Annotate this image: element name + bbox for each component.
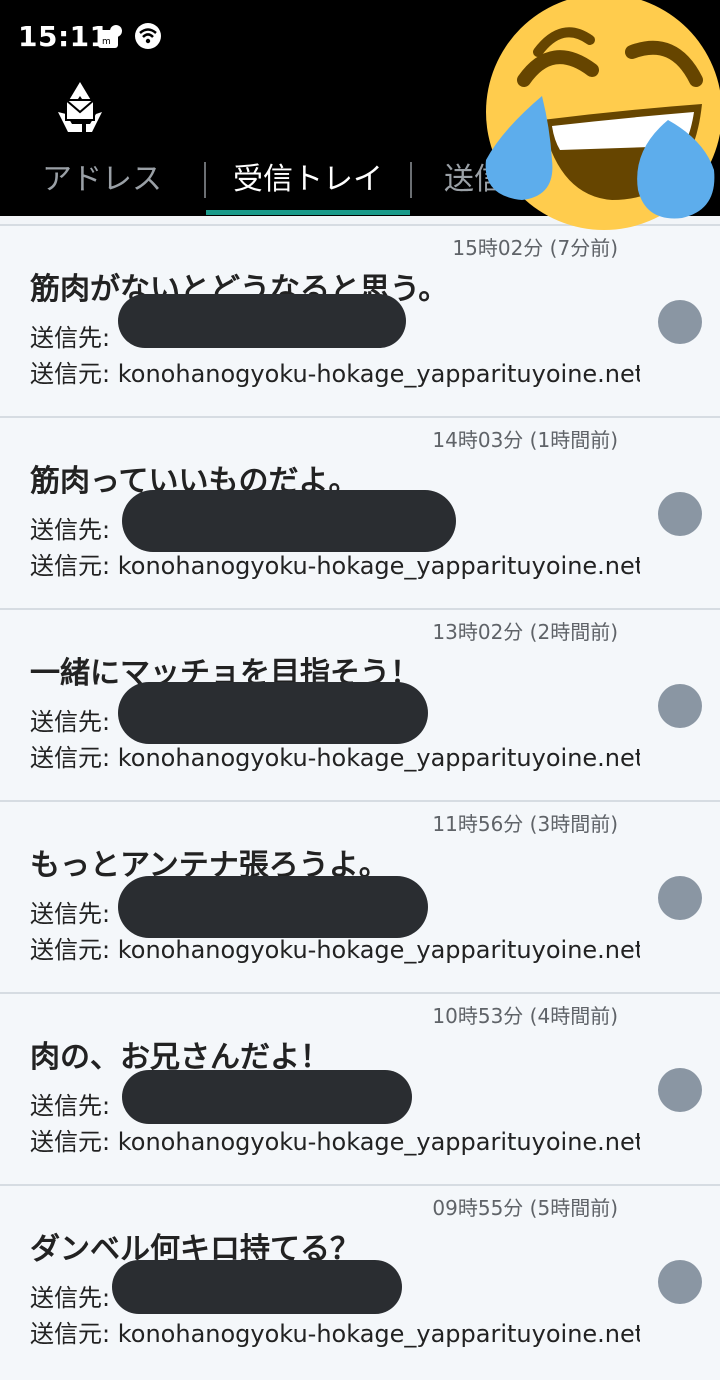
mail-time: 15時02分 (7分前) bbox=[452, 236, 618, 260]
mail-from-address: konohanogyoku-hokage_yapparituyoine.net bbox=[117, 1320, 640, 1348]
mail-time: 11時56分 (3時間前) bbox=[432, 812, 618, 836]
mail-from-label: 送信元: bbox=[30, 1128, 111, 1156]
mail-to-label: 送信先: bbox=[30, 1092, 111, 1120]
mail-time: 10時53分 (4時間前) bbox=[432, 1004, 618, 1028]
mail-item[interactable]: 09時55分 (5時間前) ダンベル何キロ持てる？ 送信先: 送信元: kono… bbox=[0, 1184, 720, 1380]
mail-from-label: 送信元: bbox=[30, 552, 111, 580]
mail-item[interactable]: 11時56分 (3時間前) もっとアンテナ張ろうよ。 送信先: 送信元: kon… bbox=[0, 800, 720, 992]
mail-from-label: 送信元: bbox=[30, 936, 111, 964]
mail-from-address: konohanogyoku-hokage_yapparituyoine.net bbox=[117, 552, 640, 580]
unread-indicator bbox=[658, 876, 702, 920]
mail-time: 14時03分 (1時間前) bbox=[432, 428, 618, 452]
recycle-mail-icon[interactable] bbox=[48, 76, 112, 140]
mail-from: 送信元: konohanogyoku-hokage_yapparituyoine… bbox=[30, 738, 640, 773]
mail-from: 送信元: konohanogyoku-hokage_yapparituyoine… bbox=[30, 546, 640, 581]
mail-from: 送信元: konohanogyoku-hokage_yapparituyoine… bbox=[30, 1314, 640, 1349]
notification-icon: m bbox=[98, 25, 122, 48]
mail-time: 13時02分 (2時間前) bbox=[432, 620, 618, 644]
tab-inbox[interactable]: 受信トレイ bbox=[206, 150, 410, 216]
mail-from: 送信元: konohanogyoku-hokage_yapparituyoine… bbox=[30, 1122, 640, 1157]
mail-from-label: 送信元: bbox=[30, 360, 111, 388]
unread-indicator bbox=[658, 300, 702, 344]
mail-from: 送信元: konohanogyoku-hokage_yapparituyoine… bbox=[30, 354, 640, 389]
mail-item[interactable]: 14時03分 (1時間前) 筋肉っていいものだよ。 送信先: 送信元: kono… bbox=[0, 416, 720, 608]
redacted-recipient bbox=[122, 490, 456, 552]
inbox-list: 15時02分 (7分前) 筋肉がないとどうなると思う。 送信先: 送信元: ko… bbox=[0, 224, 720, 1380]
wifi-icon bbox=[135, 23, 161, 49]
mail-to-label: 送信先: bbox=[30, 324, 111, 352]
mail-item[interactable]: 15時02分 (7分前) 筋肉がないとどうなると思う。 送信先: 送信元: ko… bbox=[0, 224, 720, 416]
redacted-recipient bbox=[118, 876, 428, 938]
mail-from-label: 送信元: bbox=[30, 744, 111, 772]
unread-indicator bbox=[658, 1068, 702, 1112]
mail-from-address: konohanogyoku-hokage_yapparituyoine.net bbox=[117, 936, 640, 964]
mail-to-label: 送信先: bbox=[30, 1284, 111, 1312]
redacted-recipient bbox=[118, 294, 406, 348]
tab-address[interactable]: アドレス bbox=[0, 150, 204, 216]
mail-time: 09時55分 (5時間前) bbox=[432, 1196, 618, 1220]
redacted-recipient bbox=[112, 1260, 402, 1314]
unread-indicator bbox=[658, 492, 702, 536]
mail-item[interactable]: 13時02分 (2時間前) 一緒にマッチョを目指そう！ 送信先: 送信元: ko… bbox=[0, 608, 720, 800]
mail-to-label: 送信先: bbox=[30, 900, 111, 928]
tears-of-joy-emoji-icon bbox=[485, 0, 720, 230]
redacted-recipient bbox=[118, 682, 428, 744]
mail-from-address: konohanogyoku-hokage_yapparituyoine.net bbox=[117, 744, 640, 772]
mail-from-label: 送信元: bbox=[30, 1320, 111, 1348]
mail-item[interactable]: 10時53分 (4時間前) 肉の、お兄さんだよ！ 送信先: 送信元: konoh… bbox=[0, 992, 720, 1184]
svg-text:m: m bbox=[102, 37, 111, 47]
unread-indicator bbox=[658, 1260, 702, 1304]
mail-to-label: 送信先: bbox=[30, 516, 111, 544]
active-tab-indicator bbox=[206, 210, 410, 215]
mail-from-address: konohanogyoku-hokage_yapparituyoine.net bbox=[117, 360, 640, 388]
mail-to-label: 送信先: bbox=[30, 708, 111, 736]
unread-indicator bbox=[658, 684, 702, 728]
mail-from: 送信元: konohanogyoku-hokage_yapparituyoine… bbox=[30, 930, 640, 965]
redacted-recipient bbox=[122, 1070, 412, 1124]
mail-from-address: konohanogyoku-hokage_yapparituyoine.net bbox=[117, 1128, 640, 1156]
